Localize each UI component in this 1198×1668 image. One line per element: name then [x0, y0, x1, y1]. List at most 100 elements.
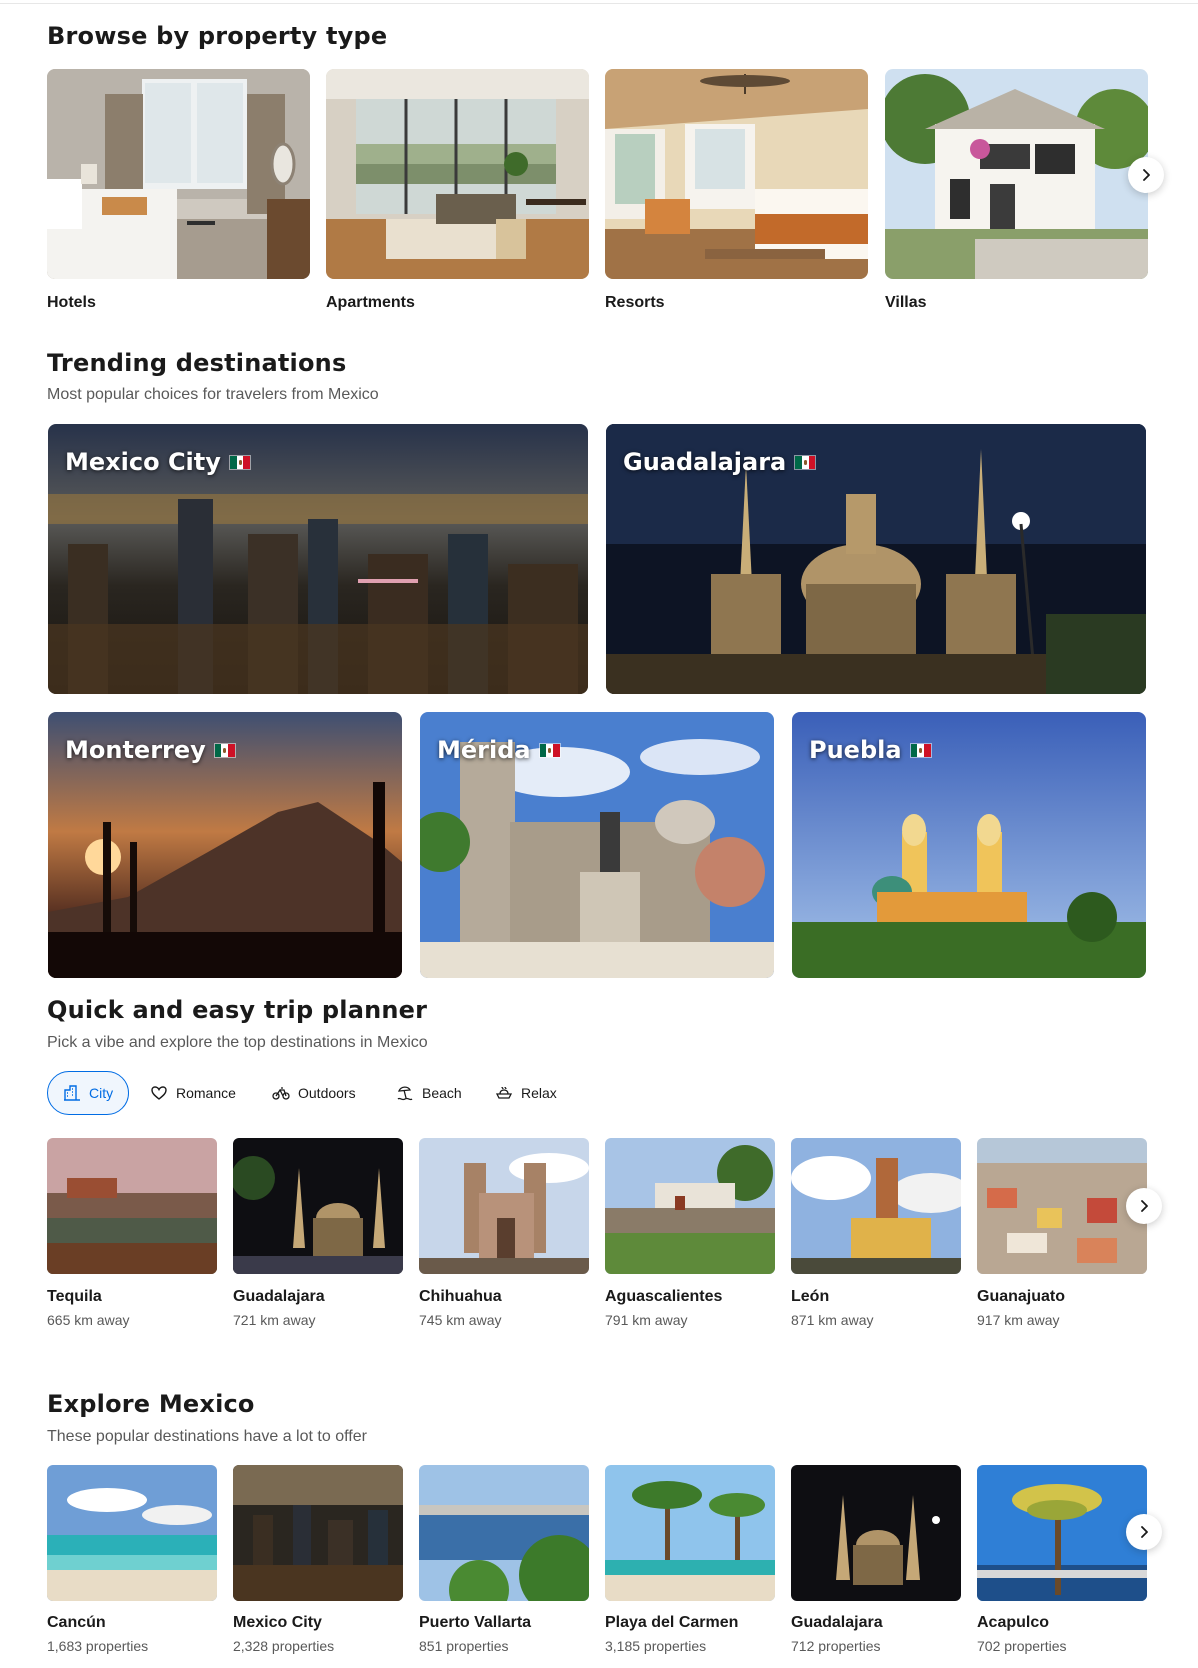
planner-distance: 791 km away — [605, 1312, 688, 1328]
puerto-vallarta-image — [419, 1465, 589, 1601]
aguascalientes-image — [605, 1138, 775, 1274]
explore-card-mexico-city[interactable] — [233, 1465, 403, 1601]
tab-city-label: City — [89, 1085, 114, 1101]
trending-heading: Trending destinations — [47, 349, 347, 377]
planner-card-guadalajara[interactable] — [233, 1138, 403, 1274]
guadalajara-night-image — [233, 1138, 403, 1274]
tab-outdoors[interactable]: Outdoors — [257, 1071, 371, 1115]
trending-title: Mexico City — [65, 448, 251, 476]
trending-card-puebla[interactable]: Puebla — [792, 712, 1146, 978]
cancun-beach-image — [47, 1465, 217, 1601]
trending-subtitle: Most popular choices for travelers from … — [47, 386, 379, 403]
trending-name-guadalajara: Guadalajara — [623, 448, 787, 476]
apartment-image — [326, 69, 589, 279]
explore-name[interactable]: Guadalajara — [791, 1614, 883, 1632]
property-label-villas[interactable]: Villas — [885, 294, 927, 312]
guadalajara-cathedral-night-image — [791, 1465, 961, 1601]
mexico-flag-icon — [909, 742, 932, 758]
property-types-heading: Browse by property type — [47, 22, 388, 50]
trip-planner-heading: Quick and easy trip planner — [47, 996, 428, 1024]
mexico-flag-icon — [228, 454, 251, 470]
planner-distance: 871 km away — [791, 1312, 874, 1328]
explore-next-button[interactable] — [1126, 1514, 1162, 1550]
mexico-city-skyline-image — [233, 1465, 403, 1601]
trip-planner-next-button[interactable] — [1126, 1188, 1162, 1224]
explore-name[interactable]: Playa del Carmen — [605, 1614, 738, 1632]
bicycle-icon — [272, 1087, 290, 1100]
explore-name[interactable]: Cancún — [47, 1614, 106, 1632]
planner-distance: 745 km away — [419, 1312, 502, 1328]
acapulco-palm-image — [977, 1465, 1147, 1601]
trending-name-merida: Mérida — [437, 736, 531, 764]
mexico-flag-icon — [213, 742, 236, 758]
trending-title: Monterrey — [65, 736, 236, 764]
property-card-villas[interactable] — [885, 69, 1148, 279]
relax-icon — [495, 1086, 513, 1099]
explore-card-puerto-vallarta[interactable] — [419, 1465, 589, 1601]
trending-card-guadalajara[interactable]: Guadalajara — [606, 424, 1146, 694]
trending-card-merida[interactable]: Mérida — [420, 712, 774, 978]
property-label-resorts[interactable]: Resorts — [605, 294, 665, 312]
trending-title: Guadalajara — [623, 448, 817, 476]
planner-name[interactable]: Guanajuato — [977, 1288, 1065, 1306]
planner-card-chihuahua[interactable] — [419, 1138, 589, 1274]
property-card-apartments[interactable] — [326, 69, 589, 279]
explore-count: 1,683 properties — [47, 1638, 149, 1654]
explore-heading: Explore Mexico — [47, 1390, 255, 1418]
property-label-apartments[interactable]: Apartments — [326, 294, 415, 312]
explore-name[interactable]: Mexico City — [233, 1614, 322, 1632]
tab-romance-label: Romance — [176, 1085, 236, 1101]
explore-card-acapulco[interactable] — [977, 1465, 1147, 1601]
trending-card-mexico-city[interactable]: Mexico City — [48, 424, 588, 694]
explore-name[interactable]: Puerto Vallarta — [419, 1614, 531, 1632]
hotel-room-image — [47, 69, 310, 279]
planner-distance: 917 km away — [977, 1312, 1060, 1328]
chihuahua-cathedral-image — [419, 1138, 589, 1274]
trending-name-monterrey: Monterrey — [65, 736, 206, 764]
planner-card-tequila[interactable] — [47, 1138, 217, 1274]
tab-relax[interactable]: Relax — [480, 1071, 572, 1115]
chevron-right-icon — [1141, 1200, 1148, 1212]
planner-name[interactable]: Aguascalientes — [605, 1288, 722, 1306]
planner-distance: 721 km away — [233, 1312, 316, 1328]
mexico-flag-icon — [794, 454, 817, 470]
trending-name-puebla: Puebla — [809, 736, 902, 764]
property-label-hotels[interactable]: Hotels — [47, 294, 96, 312]
explore-subtitle: These popular destinations have a lot to… — [47, 1428, 367, 1445]
chevron-right-icon — [1141, 1526, 1148, 1538]
city-icon — [64, 1085, 80, 1101]
beach-icon — [397, 1086, 413, 1101]
trending-card-monterrey[interactable]: Monterrey — [48, 712, 402, 978]
tab-relax-label: Relax — [521, 1085, 557, 1101]
top-divider — [0, 3, 1198, 4]
explore-count: 712 properties — [791, 1638, 881, 1654]
explore-card-playa-del-carmen[interactable] — [605, 1465, 775, 1601]
property-types-next-button[interactable] — [1128, 157, 1164, 193]
explore-count: 702 properties — [977, 1638, 1067, 1654]
explore-card-cancun[interactable] — [47, 1465, 217, 1601]
planner-card-aguascalientes[interactable] — [605, 1138, 775, 1274]
explore-card-guadalajara[interactable] — [791, 1465, 961, 1601]
chevron-right-icon — [1143, 169, 1150, 181]
property-card-hotels[interactable] — [47, 69, 310, 279]
planner-card-leon[interactable] — [791, 1138, 961, 1274]
explore-count: 3,185 properties — [605, 1638, 707, 1654]
explore-name[interactable]: Acapulco — [977, 1614, 1049, 1632]
tab-beach[interactable]: Beach — [381, 1071, 477, 1115]
property-card-resorts[interactable] — [605, 69, 868, 279]
planner-name[interactable]: León — [791, 1288, 829, 1306]
tab-city[interactable]: City — [47, 1071, 130, 1115]
explore-count: 2,328 properties — [233, 1638, 335, 1654]
villa-image — [885, 69, 1148, 279]
planner-name[interactable]: Tequila — [47, 1288, 102, 1306]
tequila-agave-image — [47, 1138, 217, 1274]
tab-romance[interactable]: Romance — [135, 1071, 251, 1115]
trending-name-mexico-city: Mexico City — [65, 448, 221, 476]
planner-name[interactable]: Chihuahua — [419, 1288, 502, 1306]
trending-title: Puebla — [809, 736, 932, 764]
planner-name[interactable]: Guadalajara — [233, 1288, 325, 1306]
trip-planner-subtitle: Pick a vibe and explore the top destinat… — [47, 1034, 428, 1051]
mexico-flag-icon — [538, 742, 561, 758]
tab-beach-label: Beach — [422, 1085, 462, 1101]
planner-card-guanajuato[interactable] — [977, 1138, 1147, 1274]
